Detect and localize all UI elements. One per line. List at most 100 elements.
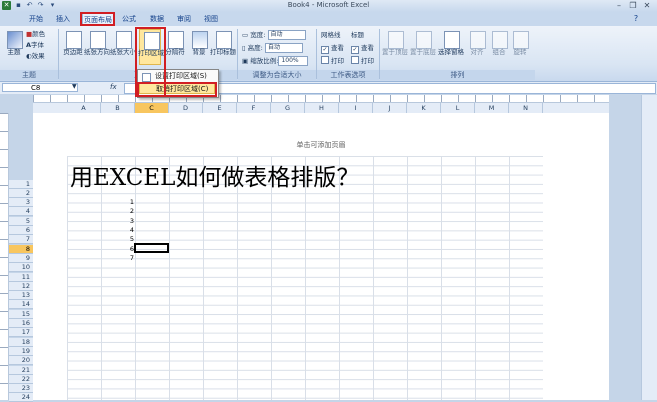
- print-titles-button[interactable]: 打印标题: [210, 29, 236, 65]
- tab-formulas[interactable]: 公式: [118, 13, 140, 25]
- active-cell[interactable]: [134, 243, 169, 253]
- row-header-18[interactable]: 18: [9, 337, 33, 347]
- row-header-7[interactable]: 7: [9, 235, 33, 245]
- row-header-8[interactable]: 8: [9, 244, 33, 254]
- tab-data[interactable]: 数据: [146, 13, 168, 25]
- row-header-2[interactable]: 2: [9, 188, 33, 198]
- checkbox-checked-icon: ✓: [321, 46, 329, 54]
- row-header-11[interactable]: 11: [9, 272, 33, 282]
- headings-view-checkbox[interactable]: ✓ 查看: [351, 43, 374, 54]
- save-icon[interactable]: ▪: [14, 1, 23, 10]
- row-header-21[interactable]: 21: [9, 365, 33, 375]
- minimize-icon[interactable]: –: [612, 0, 626, 11]
- row-header-15[interactable]: 15: [9, 309, 33, 319]
- column-header-l[interactable]: L: [441, 103, 475, 113]
- margins-icon: [66, 31, 82, 49]
- row-header-9[interactable]: 9: [9, 253, 33, 263]
- group-label-sheet-options: 工作表选项: [317, 70, 379, 80]
- row-header-24[interactable]: 24: [9, 393, 33, 402]
- excel-logo-icon[interactable]: ✕: [2, 1, 11, 10]
- row-header-22[interactable]: 22: [9, 374, 33, 384]
- column-header-g[interactable]: G: [271, 103, 305, 113]
- row-header-4[interactable]: 4: [9, 207, 33, 217]
- cell-value[interactable]: 7: [120, 254, 134, 263]
- cell-value[interactable]: 1: [120, 198, 134, 207]
- selection-pane-button[interactable]: 选择窗格: [438, 29, 464, 65]
- group-label-scale-to-fit: 调整为合适大小: [238, 70, 316, 80]
- row-header-10[interactable]: 10: [9, 263, 33, 273]
- row-header-5[interactable]: 5: [9, 216, 33, 226]
- cell-value[interactable]: 5: [120, 235, 134, 244]
- close-icon[interactable]: ✕: [640, 0, 654, 11]
- height-select[interactable]: 自动: [264, 43, 303, 53]
- row-header-3[interactable]: 3: [9, 198, 33, 208]
- cell-value[interactable]: 2: [120, 207, 134, 216]
- column-header-e[interactable]: E: [203, 103, 237, 113]
- cell-value[interactable]: 3: [120, 217, 134, 226]
- row-header-12[interactable]: 12: [9, 281, 33, 291]
- margins-button[interactable]: 页边距: [62, 29, 84, 65]
- column-header-k[interactable]: K: [407, 103, 441, 113]
- undo-icon[interactable]: ↶: [25, 1, 34, 10]
- add-header-hint[interactable]: 单击可添加页眉: [33, 140, 609, 150]
- row-header-23[interactable]: 23: [9, 384, 33, 394]
- headings-print-checkbox[interactable]: 打印: [351, 56, 374, 67]
- column-header-a[interactable]: A: [67, 103, 101, 113]
- tab-insert[interactable]: 插入: [52, 13, 74, 25]
- column-header-i[interactable]: I: [339, 103, 373, 113]
- scale-icon: ▣: [242, 57, 249, 65]
- gridlines-view-checkbox[interactable]: ✓ 查看: [321, 43, 344, 54]
- gridlines-header: 网格线: [321, 31, 341, 39]
- row-header-17[interactable]: 17: [9, 328, 33, 338]
- column-header-b[interactable]: B: [101, 103, 135, 113]
- insert-function-button[interactable]: fx: [110, 83, 117, 91]
- name-box-dropdown-icon[interactable]: ▼: [72, 83, 77, 90]
- send-to-back-button[interactable]: 置于底层: [410, 29, 436, 65]
- orientation-button[interactable]: 纸张方向: [84, 29, 110, 65]
- customize-icon[interactable]: ▾: [48, 1, 57, 10]
- row-header-14[interactable]: 14: [9, 300, 33, 310]
- tab-home[interactable]: 开始: [25, 13, 47, 25]
- row-header-13[interactable]: 13: [9, 291, 33, 301]
- checkbox-unchecked-icon: [351, 56, 359, 64]
- column-header-h[interactable]: H: [305, 103, 339, 113]
- group-button[interactable]: 组合: [488, 29, 510, 65]
- align-button[interactable]: 对齐: [466, 29, 488, 65]
- scale-input[interactable]: 100%: [278, 56, 309, 66]
- name-box[interactable]: C8: [2, 83, 78, 92]
- row-header-20[interactable]: 20: [9, 356, 33, 366]
- sheet-title-text: 用EXCEL如何做表格排版？: [70, 165, 360, 191]
- gridlines-print-checkbox[interactable]: 打印: [321, 56, 344, 67]
- cell-grid[interactable]: [67, 156, 543, 400]
- theme-effects-button[interactable]: ◐效果: [26, 51, 45, 62]
- tab-view[interactable]: 视图: [200, 13, 222, 25]
- send-to-back-icon: [416, 31, 432, 49]
- column-header-c[interactable]: C: [135, 103, 169, 113]
- cell-value[interactable]: 6: [120, 245, 134, 254]
- theme-fonts-button[interactable]: A字体: [26, 40, 44, 51]
- size-button[interactable]: 纸张大小: [110, 29, 136, 65]
- tab-review[interactable]: 审阅: [173, 13, 195, 25]
- theme-colors-button[interactable]: ■颜色: [26, 29, 45, 40]
- background-button[interactable]: 背景: [188, 29, 210, 65]
- rotate-button[interactable]: 旋转: [509, 29, 531, 65]
- help-icon[interactable]: ?: [631, 14, 641, 24]
- bring-to-front-icon: [388, 31, 404, 49]
- column-header-f[interactable]: F: [237, 103, 271, 113]
- restore-icon[interactable]: ❐: [626, 0, 640, 11]
- breaks-button[interactable]: 分隔符: [164, 29, 186, 65]
- bring-to-front-button[interactable]: 置于顶层: [382, 29, 408, 65]
- column-header-m[interactable]: M: [475, 103, 509, 113]
- row-header-19[interactable]: 19: [9, 346, 33, 356]
- cell-value[interactable]: 4: [120, 226, 134, 235]
- column-header-n[interactable]: N: [509, 103, 543, 113]
- width-select[interactable]: 自动: [267, 30, 306, 40]
- row-header-6[interactable]: 6: [9, 226, 33, 235]
- row-header-16[interactable]: 16: [9, 319, 33, 328]
- vertical-scrollbar[interactable]: [641, 95, 657, 400]
- themes-button[interactable]: 主题: [3, 29, 25, 65]
- row-header-1[interactable]: 1: [9, 179, 33, 189]
- redo-icon[interactable]: ↷: [36, 1, 45, 10]
- column-header-j[interactable]: J: [373, 103, 407, 113]
- column-header-d[interactable]: D: [169, 103, 203, 113]
